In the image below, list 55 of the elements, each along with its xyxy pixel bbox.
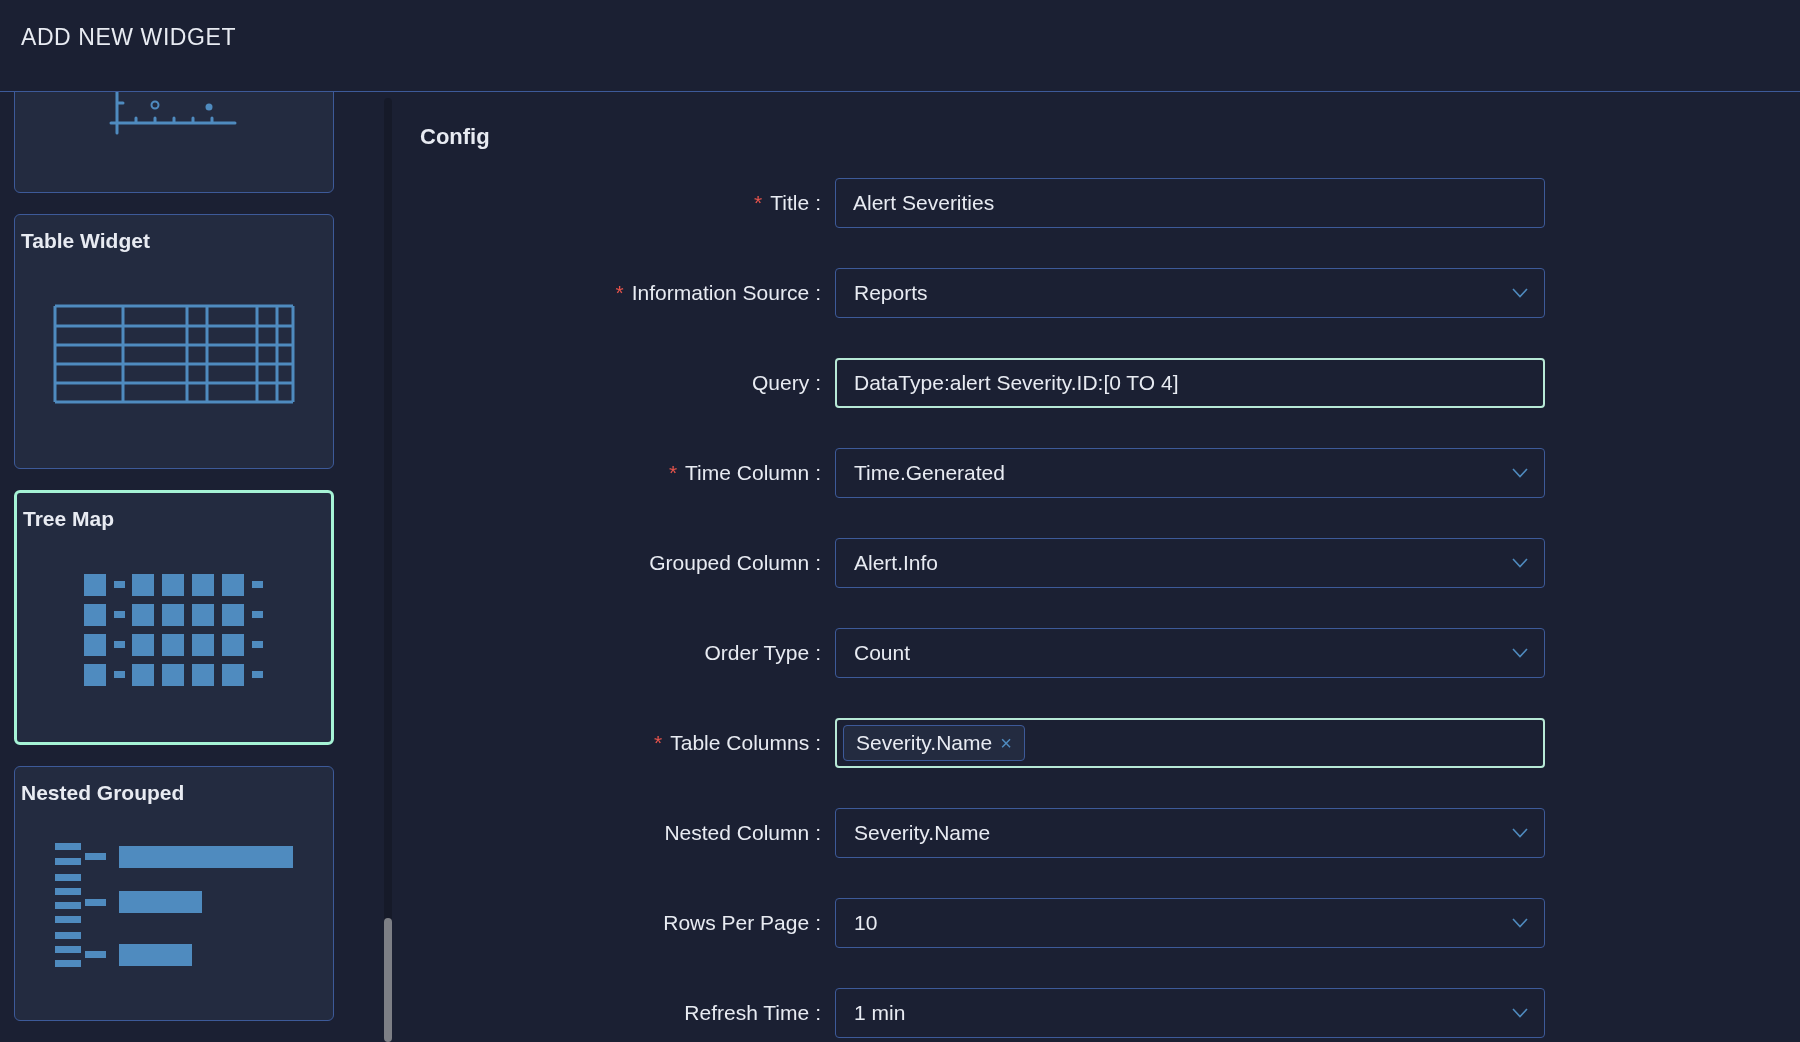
nested-bars-icon bbox=[55, 843, 293, 968]
scrollbar-thumb[interactable] bbox=[384, 918, 392, 1042]
tags-input[interactable]: Severity.Name × bbox=[835, 718, 1545, 768]
treemap-icon bbox=[84, 573, 264, 686]
dialog-title: ADD NEW WIDGET bbox=[21, 23, 237, 52]
required-mark: * bbox=[754, 190, 763, 217]
colon: : bbox=[815, 550, 821, 577]
widget-card[interactable]: Table Widget bbox=[14, 214, 334, 469]
colon: : bbox=[815, 910, 821, 937]
field-label: Information Source bbox=[631, 280, 810, 307]
field-label: Grouped Column bbox=[649, 550, 810, 577]
field-label: Rows Per Page bbox=[663, 910, 810, 937]
select-dropdown[interactable]: Count bbox=[835, 628, 1545, 678]
required-mark: * bbox=[654, 730, 663, 757]
field-label: Order Type bbox=[704, 640, 810, 667]
chevron-down-icon bbox=[1512, 648, 1528, 658]
chevron-down-icon bbox=[1512, 918, 1528, 928]
widget-card[interactable]: Nested Grouped bbox=[14, 766, 334, 1021]
colon: : bbox=[815, 190, 821, 217]
select-dropdown[interactable]: Severity.Name bbox=[835, 808, 1545, 858]
select-dropdown[interactable]: Alert.Info bbox=[835, 538, 1545, 588]
field-label: Nested Column bbox=[664, 820, 810, 847]
colon: : bbox=[815, 640, 821, 667]
card-title: Tree Map bbox=[23, 507, 115, 530]
field-label: Time Column bbox=[685, 460, 810, 487]
field-label: Refresh Time bbox=[684, 1000, 810, 1027]
required-mark: * bbox=[615, 280, 624, 307]
required-mark: * bbox=[668, 460, 678, 487]
remove-tag-button[interactable]: × bbox=[1000, 728, 1012, 758]
field-label: Title bbox=[770, 190, 810, 217]
card-title: Nested Grouped bbox=[21, 781, 185, 804]
text-input[interactable]: Alert Severities bbox=[835, 178, 1545, 228]
select-dropdown[interactable]: Time.Generated bbox=[835, 448, 1545, 498]
chevron-down-icon bbox=[1512, 288, 1528, 298]
select-dropdown[interactable]: 1 min bbox=[835, 988, 1545, 1038]
field-label: Query bbox=[751, 370, 810, 397]
colon: : bbox=[815, 730, 821, 757]
text-input[interactable]: DataType:alert Severity.ID:[0 TO 4] bbox=[835, 358, 1545, 408]
tag-label: Severity.Name bbox=[856, 730, 993, 757]
colon: : bbox=[815, 820, 821, 847]
select-dropdown[interactable]: Reports bbox=[835, 268, 1545, 318]
card-title: Table Widget bbox=[21, 229, 150, 252]
table-icon bbox=[53, 303, 295, 404]
colon: : bbox=[815, 1000, 821, 1027]
select-dropdown[interactable]: 10 bbox=[835, 898, 1545, 948]
chevron-down-icon bbox=[1512, 1008, 1528, 1018]
colon: : bbox=[815, 370, 821, 397]
colon: : bbox=[815, 280, 821, 307]
chevron-down-icon bbox=[1512, 828, 1528, 838]
section-heading: Config bbox=[420, 123, 491, 150]
field-label: Table Columns bbox=[670, 730, 810, 757]
widget-card[interactable]: Tree Map bbox=[14, 490, 334, 745]
chevron-down-icon bbox=[1512, 558, 1528, 568]
colon: : bbox=[815, 460, 821, 487]
chevron-down-icon bbox=[1512, 468, 1528, 478]
